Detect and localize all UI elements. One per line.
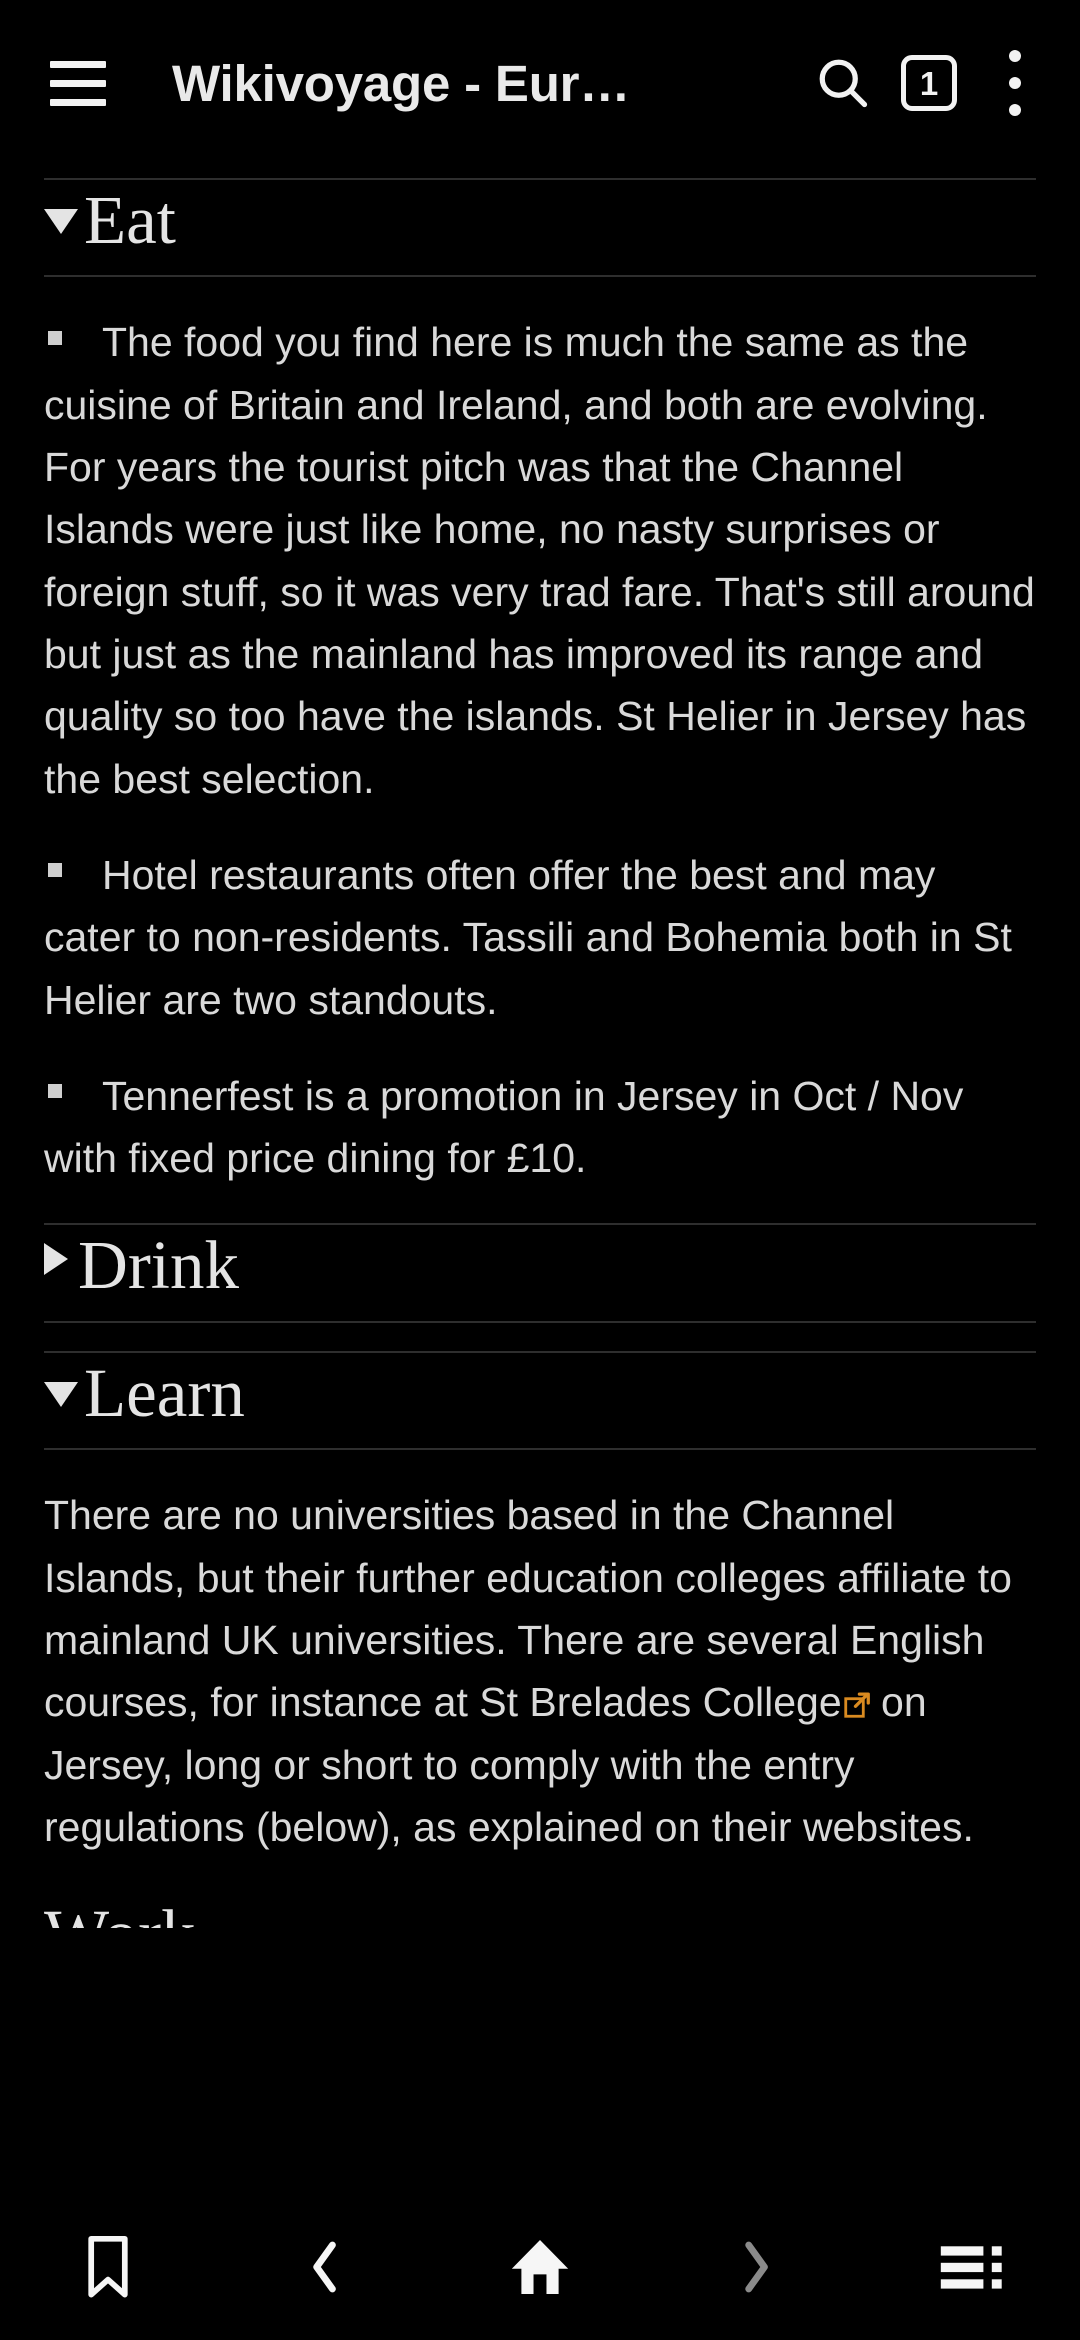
search-icon[interactable] bbox=[800, 40, 886, 126]
hamburger-bar bbox=[50, 60, 106, 68]
list-item: Hotel restaurants often offer the best a… bbox=[44, 844, 1036, 1031]
tab-counter-button[interactable]: 1 bbox=[886, 40, 972, 126]
hamburger-bar bbox=[50, 79, 106, 87]
page-title: Wikivoyage - Eur… bbox=[172, 54, 631, 112]
list-item-text: The food you find here is much the same … bbox=[44, 319, 1035, 802]
section-title-drink: Drink bbox=[78, 1227, 239, 1304]
triangle-right-icon bbox=[44, 1243, 68, 1276]
list-item: The food you find here is much the same … bbox=[44, 311, 1036, 810]
learn-text-before-link: There are no universities based in the C… bbox=[44, 1492, 1012, 1726]
section-heading-drink[interactable]: Drink bbox=[44, 1223, 1036, 1323]
bottom-navigation-bar bbox=[0, 2200, 1080, 2340]
section-heading-learn[interactable]: Learn bbox=[44, 1350, 1036, 1451]
bookmark-icon[interactable] bbox=[33, 2212, 183, 2322]
section-title-eat: Eat bbox=[84, 182, 176, 258]
hamburger-menu-icon[interactable] bbox=[40, 45, 116, 121]
kebab-dot bbox=[1009, 104, 1021, 116]
triangle-down-icon bbox=[44, 1381, 78, 1407]
browser-toolbar: Wikivoyage - Eur… 1 bbox=[0, 0, 1080, 166]
tab-count-label: 1 bbox=[901, 55, 957, 111]
list-item-text: Hotel restaurants often offer the best a… bbox=[44, 851, 1012, 1023]
article-content: Eat The food you find here is much the s… bbox=[0, 166, 1080, 2200]
square-bullet-icon bbox=[48, 330, 62, 345]
learn-paragraph: There are no universities based in the C… bbox=[44, 1484, 1036, 1858]
list-item: Tennerfest is a promotion in Jersey in O… bbox=[44, 1065, 1036, 1190]
list-item-text: Tennerfest is a promotion in Jersey in O… bbox=[44, 1072, 964, 1182]
hamburger-bar bbox=[50, 98, 106, 106]
section-heading-eat[interactable]: Eat bbox=[44, 178, 1036, 278]
kebab-dot bbox=[1009, 50, 1021, 62]
section-heading-work[interactable]: Work bbox=[44, 1894, 1036, 1928]
kebab-menu-icon[interactable] bbox=[972, 40, 1058, 126]
square-bullet-icon bbox=[48, 1084, 62, 1099]
square-bullet-icon bbox=[48, 863, 62, 878]
kebab-dot bbox=[1009, 77, 1021, 89]
triangle-down-icon bbox=[44, 209, 78, 234]
chevron-left-icon[interactable] bbox=[249, 2212, 399, 2322]
home-icon[interactable] bbox=[465, 2212, 615, 2322]
section-title-learn: Learn bbox=[84, 1354, 245, 1431]
external-link-icon[interactable] bbox=[843, 1692, 870, 1718]
chevron-right-icon bbox=[681, 2212, 831, 2322]
section-title-work: Work bbox=[44, 1894, 196, 1928]
list-menu-icon[interactable] bbox=[897, 2212, 1047, 2322]
